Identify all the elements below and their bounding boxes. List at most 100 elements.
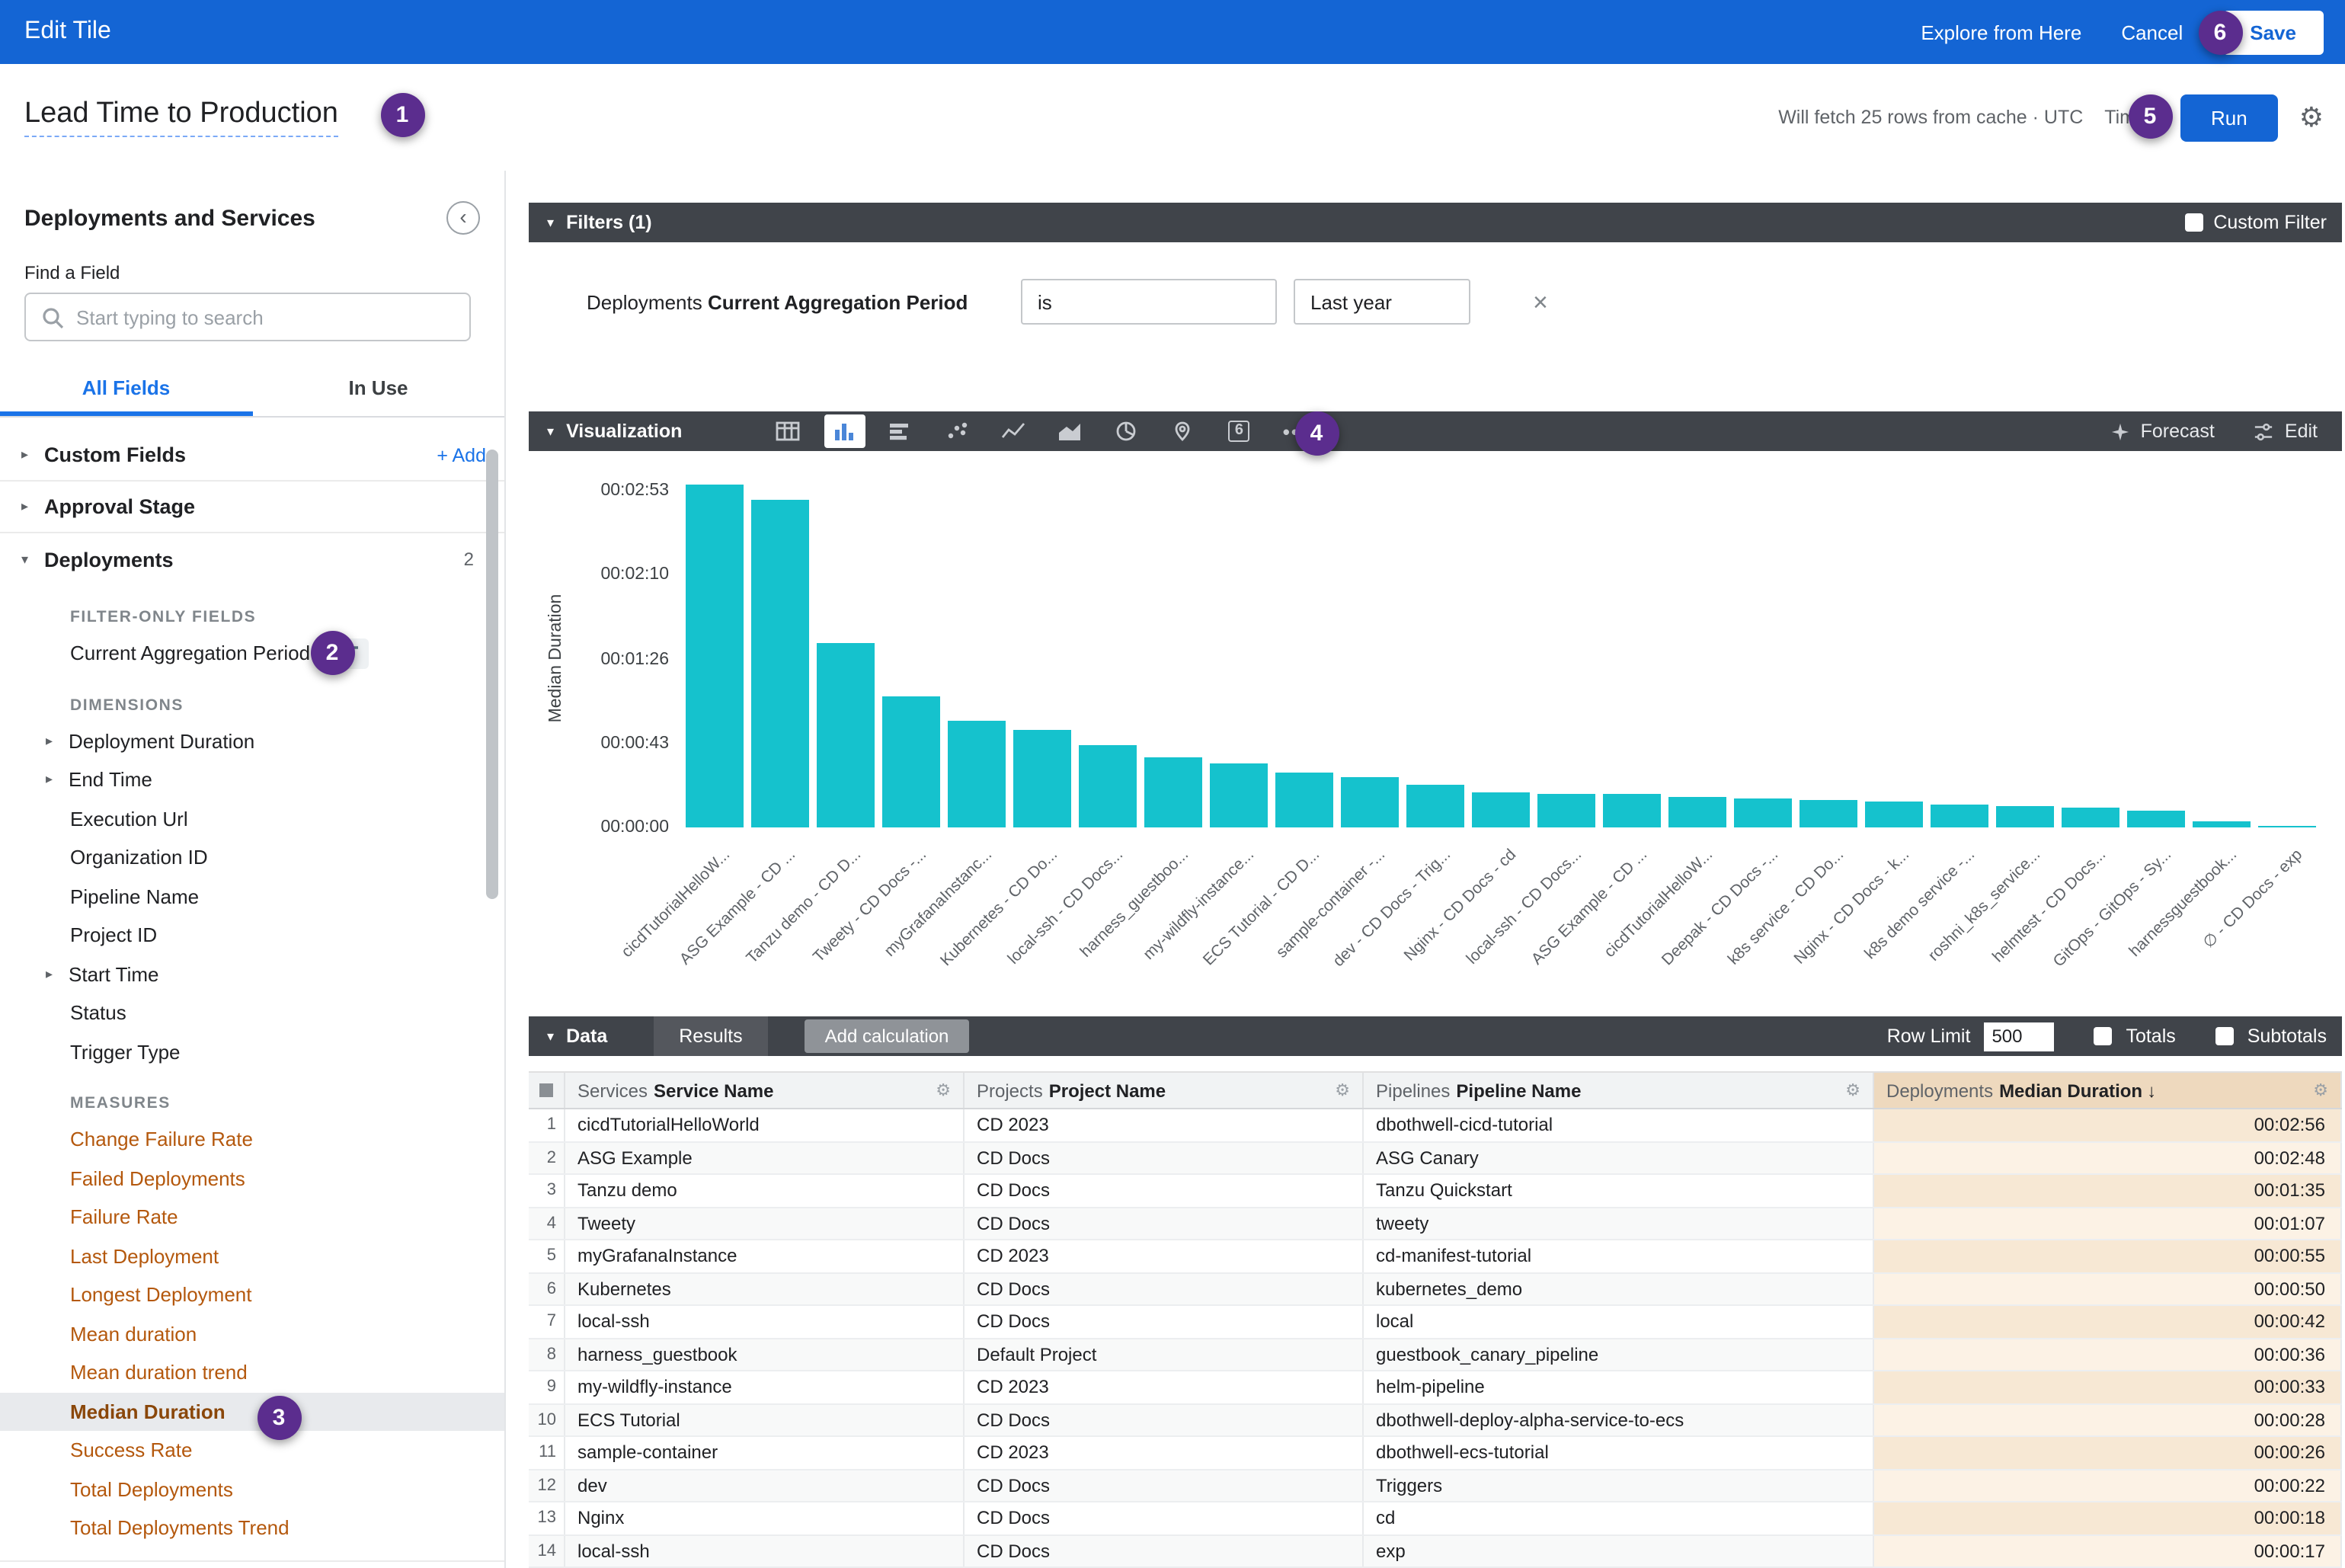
chart-bar[interactable]	[947, 720, 1005, 827]
settings-gear-icon[interactable]: ⚙	[2299, 104, 2324, 131]
chevron-down-icon[interactable]: ▾	[21, 551, 44, 568]
chart-bar[interactable]	[1800, 800, 1857, 827]
tile-title-input[interactable]: Lead Time to Production	[24, 98, 338, 137]
totals-checkbox[interactable]	[2094, 1027, 2112, 1045]
table-row[interactable]: 9my-wildfly-instanceCD 2023helm-pipeline…	[529, 1371, 2342, 1404]
cancel-button[interactable]: Cancel	[2121, 21, 2183, 43]
chart-bar[interactable]	[816, 642, 874, 827]
chart-bar[interactable]	[1275, 773, 1333, 827]
field-item-failure-rate[interactable]: Failure Rate	[0, 1198, 504, 1237]
table-row[interactable]: 8harness_guestbookDefault Projectguestbo…	[529, 1339, 2342, 1371]
chart-bar[interactable]	[1668, 796, 1726, 827]
collapse-data-caret-icon[interactable]: ▾	[547, 1028, 554, 1045]
chart-bar[interactable]	[1734, 798, 1792, 827]
column-header-project-name[interactable]: ProjectsProject Name⚙	[965, 1073, 1364, 1108]
field-item-start-time[interactable]: ▸Start Time	[0, 955, 504, 994]
field-item-custom-fields[interactable]: ▸Custom Fields+ Add	[0, 430, 504, 482]
filter-value-input[interactable]: Last year	[1294, 279, 1470, 325]
chart-bar[interactable]	[1406, 785, 1464, 827]
viz-type-bar-icon[interactable]	[880, 414, 921, 448]
table-row[interactable]: 6KubernetesCD Docskubernetes_demo00:00:5…	[529, 1273, 2342, 1306]
field-item-status[interactable]: Status	[0, 994, 504, 1032]
forecast-button[interactable]: Forecast	[2110, 421, 2215, 442]
chart-bar[interactable]	[1144, 757, 1202, 827]
run-button[interactable]: Run	[2180, 94, 2278, 141]
subtotals-checkbox[interactable]	[2215, 1027, 2234, 1045]
chart-bar[interactable]	[750, 501, 808, 827]
field-search-box[interactable]	[24, 293, 471, 341]
field-item-project-id[interactable]: Project ID	[0, 916, 504, 955]
select-all-square[interactable]	[539, 1083, 553, 1097]
tab-in-use[interactable]: In Use	[252, 363, 504, 416]
chart-bar[interactable]	[1865, 802, 1923, 827]
field-item-mean-duration-trend[interactable]: Mean duration trend	[0, 1353, 504, 1392]
field-item-mean-duration[interactable]: Mean duration	[0, 1314, 504, 1353]
field-item-deployments[interactable]: ▾Deployments2	[0, 533, 504, 585]
table-row[interactable]: 13NginxCD Docscd00:00:18	[529, 1502, 2342, 1535]
custom-filter-checkbox[interactable]	[2184, 213, 2203, 232]
field-item-current-aggregation-period[interactable]: Current Aggregation Period	[0, 634, 504, 673]
chart-bar[interactable]	[685, 485, 743, 827]
collapse-sidebar-button[interactable]: ‹	[446, 201, 480, 235]
tab-all-fields[interactable]: All Fields	[0, 363, 252, 416]
field-item-total-deployments-trend[interactable]: Total Deployments Trend	[0, 1509, 504, 1547]
explore-from-here-link[interactable]: Explore from Here	[1921, 21, 2081, 43]
add-custom-field-button[interactable]: + Add	[437, 444, 486, 466]
add-calculation-button[interactable]: Add calculation	[805, 1019, 969, 1053]
chevron-right-icon[interactable]: ▸	[46, 772, 69, 789]
viz-type-area-icon[interactable]	[1049, 414, 1090, 448]
field-item-pipeline-name[interactable]: Pipeline Name	[0, 877, 504, 916]
field-item-organization-id[interactable]: Organization ID	[0, 838, 504, 877]
table-row[interactable]: 11sample-containerCD 2023dbothwell-ecs-t…	[529, 1437, 2342, 1470]
chart-bar[interactable]	[1079, 746, 1137, 827]
viz-type-single-value-icon[interactable]: 6	[1218, 414, 1259, 448]
column-gear-icon[interactable]: ⚙	[926, 1080, 951, 1100]
field-item-success-rate[interactable]: Success Rate	[0, 1431, 504, 1470]
table-row[interactable]: 1cicdTutorialHelloWorldCD 2023dbothwell-…	[529, 1109, 2342, 1142]
column-header-median-duration[interactable]: DeploymentsMedian Duration↓⚙	[1874, 1073, 2342, 1108]
field-item-change-failure-rate[interactable]: Change Failure Rate	[0, 1120, 504, 1159]
chevron-right-icon[interactable]: ▸	[46, 733, 69, 750]
field-item-execution-url[interactable]: Execution Url	[0, 799, 504, 838]
chevron-right-icon[interactable]: ▸	[21, 446, 44, 463]
remove-filter-button[interactable]: ×	[1533, 289, 1548, 315]
chart-bar[interactable]	[1537, 795, 1595, 827]
field-item-end-time[interactable]: ▸End Time	[0, 760, 504, 799]
table-row[interactable]: 2ASG ExampleCD DocsASG Canary00:02:48	[529, 1142, 2342, 1175]
chart-bar[interactable]	[2128, 810, 2186, 827]
table-row[interactable]: 14local-sshCD Docsexp00:00:17	[529, 1535, 2342, 1568]
edit-visualization-button[interactable]: Edit	[2254, 421, 2318, 442]
viz-type-line-icon[interactable]	[993, 414, 1034, 448]
chart-bar[interactable]	[1341, 777, 1399, 827]
table-row[interactable]: 4TweetyCD Docstweety00:01:07	[529, 1208, 2342, 1240]
field-item-total-deployments[interactable]: Total Deployments	[0, 1470, 504, 1509]
field-item-longest-deployment[interactable]: Longest Deployment	[0, 1275, 504, 1314]
field-item-failed-deployments[interactable]: Failed Deployments	[0, 1159, 504, 1198]
chart-bar[interactable]	[2259, 825, 2317, 827]
column-gear-icon[interactable]: ⚙	[1836, 1080, 1860, 1100]
column-header-pipeline-name[interactable]: PipelinesPipeline Name⚙	[1364, 1073, 1874, 1108]
chart-bar[interactable]	[881, 697, 939, 827]
viz-type-table-icon[interactable]	[767, 414, 808, 448]
chart-bar[interactable]	[1013, 730, 1070, 827]
field-item-deployment-duration[interactable]: ▸Deployment Duration	[0, 722, 504, 760]
chart-bar[interactable]	[1931, 804, 1989, 827]
column-gear-icon[interactable]: ⚙	[1326, 1080, 1350, 1100]
chart-bar[interactable]	[2193, 821, 2251, 827]
column-header-service-name[interactable]: ServicesService Name⚙	[565, 1073, 965, 1108]
field-item-approval-stage[interactable]: ▸Approval Stage	[0, 482, 504, 533]
chart-bar[interactable]	[1603, 795, 1661, 827]
field-search-input[interactable]	[76, 306, 454, 328]
field-item-median-duration[interactable]: Median Duration	[0, 1392, 504, 1431]
chart-bar[interactable]	[1472, 792, 1530, 827]
table-row[interactable]: 5myGrafanaInstanceCD 2023cd-manifest-tut…	[529, 1240, 2342, 1273]
viz-type-pie-icon[interactable]	[1105, 414, 1147, 448]
table-row[interactable]: 12devCD DocsTriggers00:00:22	[529, 1470, 2342, 1502]
table-row[interactable]: 7local-sshCD Docslocal00:00:42	[529, 1306, 2342, 1339]
collapse-filters-caret-icon[interactable]: ▾	[547, 214, 554, 231]
chart-bar[interactable]	[1997, 806, 2055, 827]
collapse-visualization-caret-icon[interactable]: ▾	[547, 423, 554, 440]
chart-bar[interactable]	[2062, 808, 2120, 827]
chevron-right-icon[interactable]: ▸	[46, 966, 69, 983]
tab-results[interactable]: Results	[653, 1016, 768, 1056]
